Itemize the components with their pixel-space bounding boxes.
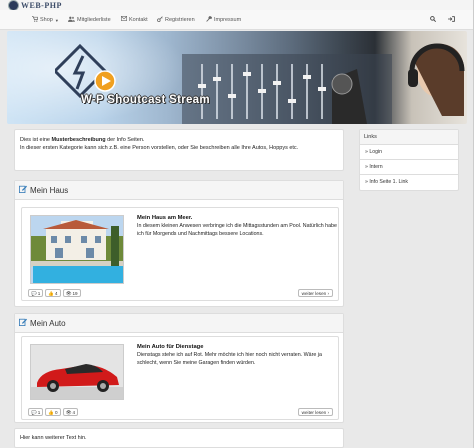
panel-header: Mein Auto: [15, 314, 343, 333]
nav-shop[interactable]: Shop ▼: [32, 16, 59, 24]
read-more-button[interactable]: weiter lesen ›: [297, 408, 333, 416]
likes-badge[interactable]: 👍 4: [45, 289, 61, 297]
footer-text: Hier kann weiterer Text hin.: [20, 435, 87, 441]
person-graphic: [408, 43, 465, 116]
panel-header: Mein Haus: [15, 181, 343, 200]
comments-badge[interactable]: 💬 1: [28, 289, 44, 297]
article-card: Mein Haus am Meer. In diesem kleinen Anw…: [21, 207, 339, 301]
chevron-right-icon: ›: [327, 410, 329, 415]
eye-icon: 👁: [65, 290, 72, 296]
views-badge: 👁 19: [62, 289, 81, 297]
cart-icon: [32, 16, 39, 24]
sign-in-icon: [448, 16, 455, 24]
intro-line-2: In dieser ersten Kategorie kann sich z.B…: [20, 145, 299, 151]
intro-line-1: Dies ist eine Musterbeschreibung der Inf…: [20, 136, 338, 144]
intro-text-post: der Info Seiten.: [105, 137, 145, 143]
likes-count: 0: [55, 409, 58, 415]
navbar: Shop ▼ Mitgliederliste Kontakt Registrie…: [0, 10, 474, 30]
nav-impressum[interactable]: Impressum: [206, 16, 241, 24]
read-more-label: weiter lesen: [301, 291, 327, 296]
envelope-icon: [121, 16, 127, 23]
views-badge: 👁 4: [62, 408, 78, 416]
article-text: Dienstags stehe ich auf Rot. Mehr möchte…: [137, 352, 322, 366]
panel-mein-auto: Mein Auto Mein Auto für Dienstage Dienst…: [14, 313, 344, 423]
edit-icon: [19, 318, 27, 328]
nav-mitgliederliste[interactable]: Mitgliederliste: [68, 16, 111, 24]
article-title: Mein Haus am Meer.: [137, 215, 193, 221]
nav-mitgliederliste-label: Mitgliederliste: [77, 17, 111, 23]
logo-text: WEB-PHP: [21, 1, 62, 10]
panel-title: Mein Auto: [30, 318, 66, 328]
users-icon: [68, 16, 75, 24]
comment-icon: 💬: [31, 409, 37, 415]
search-button[interactable]: [430, 16, 437, 24]
sidebar-link-intern[interactable]: » Intern: [360, 160, 458, 175]
article-text: In diesem kleinen Anwesen verbringe ich …: [137, 223, 337, 237]
eye-icon: 👁: [65, 409, 72, 415]
likes-count: 4: [55, 290, 58, 296]
likes-badge[interactable]: 👍 0: [45, 408, 61, 416]
article-stats: 💬 1 👍 0 👁 4: [28, 408, 78, 416]
mixer-graphic: [182, 54, 392, 124]
panel-title: Mein Haus: [30, 185, 69, 195]
comments-count: 1: [37, 290, 41, 296]
logo-strip: [0, 0, 474, 10]
article-stats: 💬 1 👍 4 👁 19: [28, 289, 81, 297]
intro-text-pre: Dies ist eine: [20, 137, 52, 143]
panel-mein-haus: Mein Haus Mein Haus am Meer. In diesem k…: [14, 180, 344, 307]
article-card: Mein Auto für Dienstage Dienstags stehe …: [21, 336, 339, 420]
nav-registrieren-label: Registrieren: [165, 17, 195, 23]
intro-text-bold: Musterbeschreibung: [51, 137, 106, 143]
article-title: Mein Auto für Dienstage: [137, 344, 204, 350]
views-count: 4: [72, 409, 75, 415]
nav-kontakt-label: Kontakt: [129, 16, 148, 23]
caret-down-icon: ▼: [54, 17, 59, 23]
read-more-button[interactable]: weiter lesen ›: [297, 289, 333, 297]
nav-shop-label: Shop: [40, 17, 53, 23]
wrench-icon: [206, 16, 213, 24]
header-banner: W-P Shoutcast Stream: [7, 31, 467, 124]
nav-registrieren[interactable]: Registrieren: [157, 16, 195, 24]
thumbs-up-icon: 👍: [48, 409, 55, 415]
edit-icon: [19, 185, 27, 195]
search-icon: [430, 16, 437, 24]
play-logo-graphic: [55, 43, 116, 99]
nav-kontakt[interactable]: Kontakt: [121, 16, 148, 23]
sidebar-link-info[interactable]: » Info Seite 1. Link: [360, 175, 458, 190]
nav-impressum-label: Impressum: [214, 17, 242, 23]
comments-badge[interactable]: 💬 1: [28, 408, 44, 416]
sidebar-links: Links » Login » Intern » Info Seite 1. L…: [359, 129, 459, 191]
comment-icon: 💬: [31, 290, 37, 296]
intro-card: Dies ist eine Musterbeschreibung der Inf…: [14, 129, 344, 171]
sidebar-link-login[interactable]: » Login: [360, 145, 458, 160]
login-button[interactable]: [448, 16, 455, 24]
house-image[interactable]: [30, 215, 124, 284]
banner-title: W-P Shoutcast Stream: [81, 94, 210, 106]
read-more-label: weiter lesen: [301, 410, 327, 415]
key-icon: [157, 16, 163, 24]
comments-count: 1: [37, 409, 41, 415]
footer-card: Hier kann weiterer Text hin.: [14, 428, 344, 448]
car-image[interactable]: [30, 344, 124, 400]
chevron-right-icon: ›: [327, 291, 329, 296]
views-count: 19: [72, 290, 78, 296]
thumbs-up-icon: 👍: [48, 290, 55, 296]
sidebar-title: Links: [360, 130, 458, 145]
